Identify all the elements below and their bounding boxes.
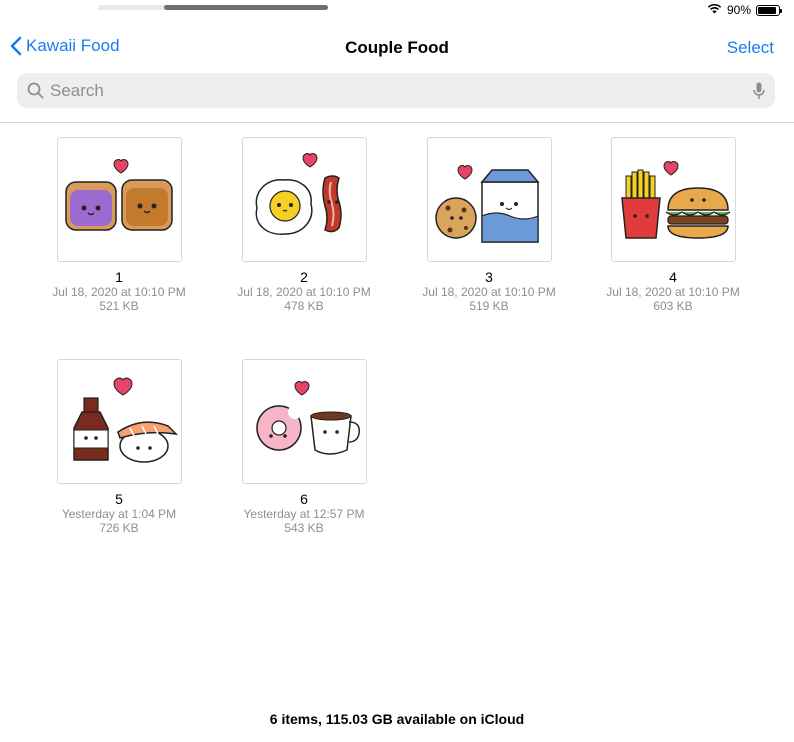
page-title: Couple Food <box>345 38 449 57</box>
file-size: 519 KB <box>469 299 509 313</box>
file-date: Jul 18, 2020 at 10:10 PM <box>237 285 371 299</box>
donut-coffee-couple-image <box>255 381 360 455</box>
file-name: 1 <box>115 269 123 285</box>
file-name: 6 <box>300 491 308 507</box>
file-date: Yesterday at 12:57 PM <box>243 507 365 521</box>
file-item[interactable]: 1 Jul 18, 2020 at 10:10 PM 521 KB <box>39 137 199 313</box>
file-thumbnail[interactable] <box>241 137 367 262</box>
file-thumbnail[interactable] <box>610 137 736 262</box>
file-thumbnail[interactable] <box>56 359 182 484</box>
battery-icon <box>756 4 782 16</box>
file-item[interactable]: 3 Jul 18, 2020 at 10:10 PM 519 KB <box>409 137 569 313</box>
file-thumbnail[interactable] <box>56 137 182 262</box>
battery-percentage: 90% <box>726 3 751 17</box>
file-name: 5 <box>115 491 123 507</box>
file-item[interactable]: 2 Jul 18, 2020 at 10:10 PM 478 KB <box>224 137 384 313</box>
status-indicators: 90% <box>707 3 782 17</box>
divider <box>0 122 794 123</box>
fries-burger-couple-image <box>620 161 730 239</box>
status-bar: 90% <box>0 0 794 22</box>
file-size: 726 KB <box>99 521 139 535</box>
navigation-bar: Kawaii Food Couple Food Select <box>0 30 794 66</box>
file-name: 4 <box>669 269 677 285</box>
search-icon <box>27 82 44 99</box>
file-item[interactable]: 6 Yesterday at 12:57 PM 543 KB <box>224 359 384 535</box>
multitasking-handle[interactable] <box>98 5 328 10</box>
file-size: 543 KB <box>284 521 324 535</box>
cookie-milk-couple-image <box>434 165 540 243</box>
search-bar[interactable] <box>17 73 775 108</box>
wifi-icon <box>707 3 722 17</box>
file-date: Yesterday at 1:04 PM <box>61 507 177 521</box>
file-thumbnail[interactable] <box>241 359 367 484</box>
file-date: Jul 18, 2020 at 10:10 PM <box>606 285 740 299</box>
file-name: 3 <box>485 269 493 285</box>
file-item[interactable]: 5 Yesterday at 1:04 PM 726 KB <box>39 359 199 535</box>
microphone-icon[interactable] <box>753 82 765 100</box>
file-name: 2 <box>300 269 308 285</box>
file-thumbnail[interactable] <box>426 137 552 262</box>
soy-sauce-sushi-couple-image <box>72 377 178 463</box>
file-size: 521 KB <box>99 299 139 313</box>
search-input[interactable] <box>50 80 753 101</box>
file-date: Jul 18, 2020 at 10:10 PM <box>52 285 186 299</box>
select-button[interactable]: Select <box>727 38 774 58</box>
file-date: Jul 18, 2020 at 10:10 PM <box>422 285 556 299</box>
toast-couple-image <box>64 159 173 231</box>
storage-summary: 6 items, 115.03 GB available on iCloud <box>269 711 525 727</box>
egg-bacon-couple-image <box>255 153 342 235</box>
file-item[interactable]: 4 Jul 18, 2020 at 10:10 PM 603 KB <box>593 137 753 313</box>
file-size: 603 KB <box>653 299 693 313</box>
file-size: 478 KB <box>284 299 324 313</box>
